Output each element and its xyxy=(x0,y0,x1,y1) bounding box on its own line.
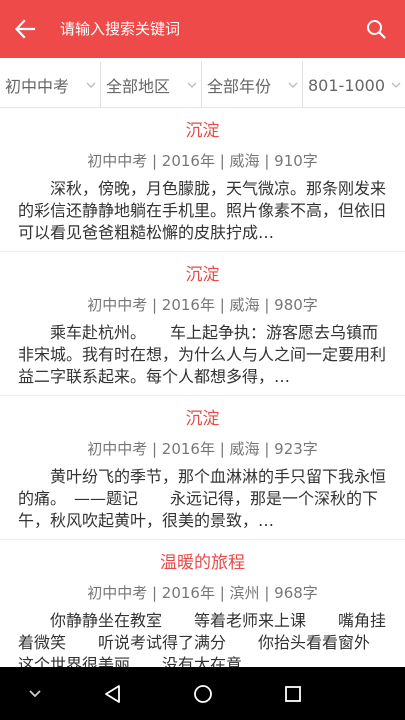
article-title: 沉淀 xyxy=(185,121,220,141)
nav-back-button[interactable] xyxy=(96,667,130,720)
chevron-down-icon xyxy=(86,82,96,88)
filter-bar: 初中中考 全部地区 全部年份 801-1000 xyxy=(0,62,405,108)
nav-recents-button[interactable] xyxy=(276,667,310,720)
filter-label: 初中中考 xyxy=(5,77,70,96)
back-button[interactable] xyxy=(0,0,50,58)
article-excerpt: 黄叶纷飞的季节，那个血淋淋的手只留下我永恒的痛。 ——题记 永远记得，那是一个深… xyxy=(18,467,387,530)
filter-region[interactable]: 全部地区 xyxy=(101,62,202,108)
article-excerpt: 深秋，傍晚，月色朦胧，天气微凉。那条刚发来的彩信还静静地躺在手机里。照片像素不高… xyxy=(18,179,387,242)
search-icon xyxy=(367,20,386,39)
search-input[interactable] xyxy=(60,20,347,38)
collapse-button[interactable] xyxy=(18,667,52,720)
article-list[interactable]: 沉淀 初中中考 | 2016年 | 威海 | 910字 深秋，傍晚，月色朦胧，天… xyxy=(0,108,405,667)
list-item[interactable]: 沉淀 初中中考 | 2016年 | 威海 | 910字 深秋，傍晚，月色朦胧，天… xyxy=(0,108,405,252)
filter-word-count[interactable]: 801-1000 xyxy=(303,62,405,108)
list-item[interactable]: 沉淀 初中中考 | 2016年 | 威海 | 923字 黄叶纷飞的季节，那个血淋… xyxy=(0,396,405,540)
system-nav-bar xyxy=(0,667,405,720)
chevron-down-icon xyxy=(391,82,401,88)
arrow-left-icon xyxy=(14,19,36,39)
circle-home-icon xyxy=(194,684,212,703)
search-button[interactable] xyxy=(347,0,405,58)
square-recents-icon xyxy=(285,685,301,702)
filter-label: 全部地区 xyxy=(106,77,171,96)
article-meta: 初中中考 | 2016年 | 威海 | 980字 xyxy=(87,296,318,314)
article-meta: 初中中考 | 2016年 | 威海 | 923字 xyxy=(87,440,318,458)
article-meta: 初中中考 | 2016年 | 滨州 | 968字 xyxy=(87,584,318,602)
article-title: 沉淀 xyxy=(185,409,220,429)
article-excerpt: 你静静坐在教室 等着老师来上课 嘴角挂着微笑 听说考试得了满分 你抬头看看窗外 … xyxy=(18,611,387,667)
article-meta: 初中中考 | 2016年 | 威海 | 910字 xyxy=(87,152,318,170)
filter-label: 全部年份 xyxy=(207,77,272,96)
article-excerpt: 乘车赴杭州。 车上起争执：游客愿去乌镇而非宋城。我有时在想，为什么人与人之间一定… xyxy=(18,323,387,386)
list-item[interactable]: 沉淀 初中中考 | 2016年 | 威海 | 980字 乘车赴杭州。 车上起争执… xyxy=(0,252,405,396)
filter-label: 801-1000 xyxy=(308,75,386,95)
chevron-down-icon xyxy=(288,82,298,88)
filter-year[interactable]: 全部年份 xyxy=(202,62,303,108)
list-item[interactable]: 温暖的旅程 初中中考 | 2016年 | 滨州 | 968字 你静静坐在教室 等… xyxy=(0,540,405,667)
filter-category[interactable]: 初中中考 xyxy=(0,62,101,108)
article-title: 沉淀 xyxy=(185,265,220,285)
app-header xyxy=(0,0,405,58)
search-field[interactable] xyxy=(50,0,347,58)
nav-home-button[interactable] xyxy=(186,667,220,720)
article-title: 温暖的旅程 xyxy=(160,553,245,573)
triangle-back-icon xyxy=(105,684,120,703)
chevron-down-icon xyxy=(187,82,197,88)
chevron-down-icon xyxy=(29,690,41,698)
